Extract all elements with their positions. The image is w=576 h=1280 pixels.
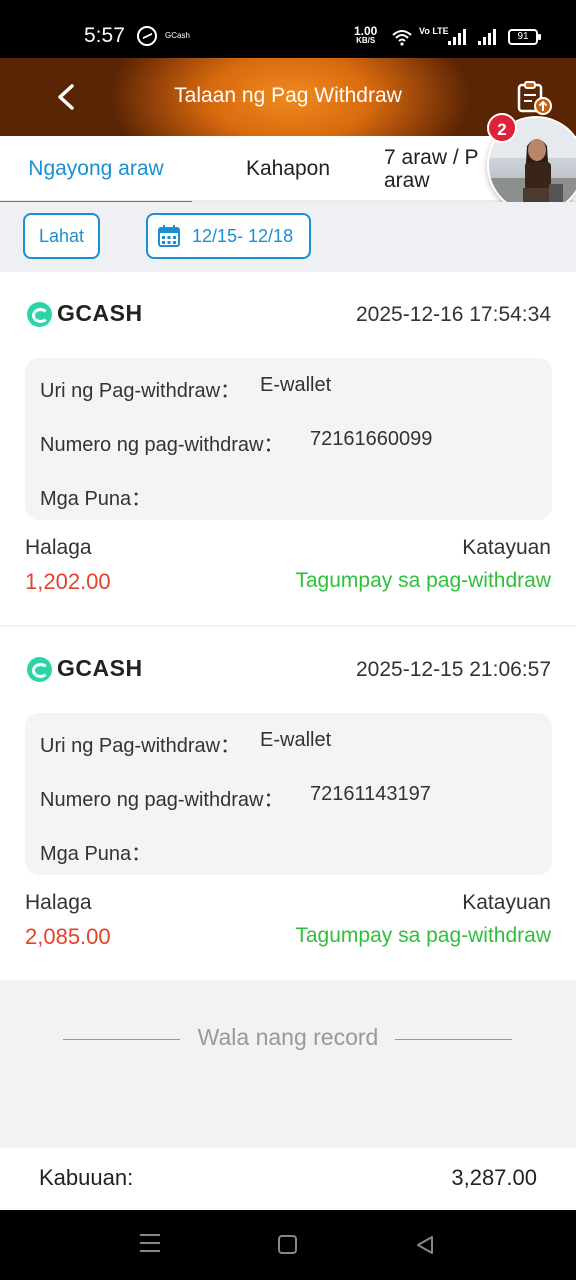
status-value: Tagumpay sa pag-withdraw [295,569,551,592]
total-value: 3,287.00 [451,1165,537,1190]
total-label: Kabuuan: [39,1165,134,1190]
withdraw-number-label: Numero ng pag-withdraw： [40,434,284,456]
withdraw-record[interactable]: GCASH 2025-12-16 17:54:34 Uri ng Pag-wit… [0,272,576,625]
withdraw-type-value: E-wallet [260,374,332,396]
withdraw-number-label: Numero ng pag-withdraw： [40,789,284,811]
tab-7-days-label-2: araw [384,169,430,192]
network-speed-unit: KB/S [356,36,376,45]
signal-2-icon [478,29,498,45]
network-speed: 1.00 KB/S [354,25,377,46]
record-details: Uri ng Pag-withdraw： E-wallet Numero ng … [25,358,552,520]
volte-icon: Vo LTE [419,26,449,36]
gcash-logo-icon [27,657,52,682]
home-icon[interactable] [278,1235,297,1254]
battery-icon: 91 [508,29,541,45]
remarks-label: Mga Puna： [40,488,152,510]
brand-name: GCASH [57,655,143,681]
tab-7-days[interactable]: 7 araw / P araw [384,136,494,202]
no-more-records-text: Wala nang record [197,1024,379,1050]
filter-all-button[interactable]: Lahat [23,213,100,259]
withdraw-type-value: E-wallet [260,729,332,751]
page-title: Talaan ng Pag Withdraw [174,84,402,107]
withdraw-type-label: Uri ng Pag-withdraw： [40,735,241,757]
total-bar: Kabuuan: 3,287.00 [0,1148,576,1210]
record-datetime: 2025-12-16 17:54:34 [356,303,551,326]
status-value: Tagumpay sa pag-withdraw [295,924,551,947]
brand-name: GCASH [57,300,143,326]
wifi-icon [392,30,412,46]
status-label: Katayuan [462,536,551,559]
status-label: Katayuan [462,891,551,914]
amount-label: Halaga [25,891,92,914]
date-range-label: 12/15- 12/18 [192,226,294,246]
notification-badge: 2 [487,113,517,143]
tab-today[interactable]: Ngayong araw [0,136,192,204]
withdraw-record[interactable]: GCASH 2025-12-15 21:06:57 Uri ng Pag-wit… [0,627,576,980]
withdraw-type-label: Uri ng Pag-withdraw： [40,380,241,402]
tab-yesterday[interactable]: Kahapon [192,136,384,202]
amount-value: 1,202.00 [25,569,111,594]
status-time: 5:57 [84,24,125,47]
record-details: Uri ng Pag-withdraw： E-wallet Numero ng … [25,713,552,875]
remarks-label: Mga Puna： [40,843,152,865]
filter-row: Lahat 12/15- 12/18 [0,202,576,272]
back-triangle-icon[interactable] [414,1234,436,1256]
amount-label: Halaga [25,536,92,559]
tab-7-days-label: 7 araw / P [384,146,479,169]
status-app-label: GCash [165,31,190,40]
record-datetime: 2025-12-15 21:06:57 [356,658,551,681]
recent-apps-icon[interactable] [140,1234,160,1252]
clipboard-upload-icon[interactable] [514,80,554,116]
amount-value: 2,085.00 [25,924,111,949]
tab-yesterday-label: Kahapon [245,157,331,180]
withdraw-number-value: 72161660099 [310,428,433,450]
messenger-icon [137,26,157,46]
calendar-icon [158,225,180,247]
signal-1-icon [448,29,468,45]
gcash-logo-icon [27,302,52,327]
tab-today-label: Ngayong araw [28,157,164,180]
date-range-button[interactable]: 12/15- 12/18 [146,213,311,259]
withdraw-number-value: 72161143197 [310,783,431,805]
system-nav-bar [0,1210,576,1280]
status-bar: 5:57 GCash 1.00 KB/S Vo LTE 91 [0,0,576,58]
